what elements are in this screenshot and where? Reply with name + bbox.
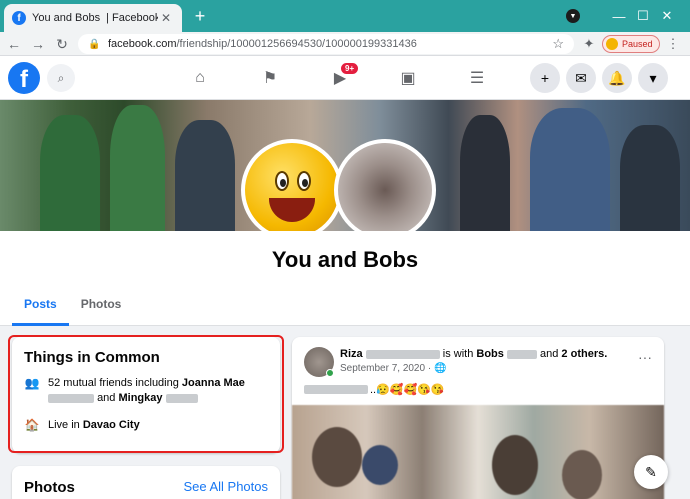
search-icon[interactable]: ⌕ — [47, 64, 75, 92]
new-tab-button[interactable]: + — [190, 6, 210, 26]
browser-tab[interactable]: f You and Bobs | Facebook ✕ — [4, 4, 182, 32]
post-and-text: and — [540, 348, 559, 360]
page-title: You and Bobs — [271, 247, 419, 272]
watch-notification-badge: 9+ — [340, 62, 360, 75]
browser-tab-strip: f You and Bobs | Facebook ✕ + ▼ — ☐ ✕ — [0, 0, 690, 32]
watch-video-icon[interactable]: ▶ 9+ — [326, 62, 360, 92]
photos-card-title: Photos — [24, 479, 75, 496]
tab-posts[interactable]: Posts — [12, 291, 69, 326]
facebook-logo-icon[interactable]: f — [8, 62, 40, 94]
facebook-top-nav: f ⌕ ⌂ ⚑ ▶ 9+ ▣ ☰ + ✉ 🔔 ▾ — [0, 56, 690, 100]
tab-title-right: | Facebook — [106, 12, 158, 24]
forward-button[interactable]: → — [28, 34, 48, 54]
smiley-eye — [275, 171, 289, 191]
back-button[interactable]: ← — [4, 34, 24, 54]
profile-tabs: Posts Photos — [12, 291, 133, 326]
messenger-icon[interactable]: ✉ — [566, 63, 596, 93]
tab-title: You and Bobs | Facebook — [32, 12, 158, 24]
extensions-puzzle-icon[interactable]: ✦ — [580, 35, 598, 53]
close-tab-icon[interactable]: ✕ — [158, 10, 174, 26]
photos-card: Photos See All Photos — [12, 466, 280, 499]
profile-status-label: Paused — [622, 39, 653, 49]
post-with-text: is with — [442, 348, 474, 360]
post-body-suffix: ..😥🥰🥰😘😘 — [370, 384, 445, 396]
friend-avatar-blurred[interactable] — [334, 139, 436, 241]
browser-menu-dot-icon[interactable]: ▼ — [566, 9, 580, 23]
close-window-button[interactable]: ✕ — [644, 0, 690, 32]
browser-toolbar: ← → ↻ 🔒 facebook.com/friendship/10000125… — [0, 32, 690, 56]
redacted-text — [304, 385, 368, 394]
tab-photos[interactable]: Photos — [69, 291, 134, 326]
profile-avatar — [606, 38, 618, 50]
marketplace-store-icon[interactable]: ▣ — [394, 64, 422, 92]
new-message-compose-icon[interactable]: ✎ — [634, 455, 668, 489]
tab-title-left: You and Bobs — [32, 12, 101, 24]
url-path: /friendship/100001256694530/100000199331… — [176, 38, 417, 50]
account-chevron-down-icon[interactable]: ▾ — [638, 63, 668, 93]
facebook-favicon-icon: f — [12, 11, 26, 25]
url-host: facebook.com — [108, 38, 177, 50]
address-bar[interactable]: 🔒 facebook.com/friendship/10000125669453… — [78, 34, 574, 54]
user-avatar-smiley[interactable] — [241, 139, 343, 241]
redacted-text — [365, 349, 440, 359]
reload-button[interactable]: ↻ — [52, 34, 72, 54]
smiley-eye — [297, 171, 311, 191]
bookmark-star-icon[interactable]: ☆ — [552, 36, 564, 52]
home-icon[interactable]: ⌂ — [186, 64, 214, 92]
post-card: Riza is with Bobs and 2 others. Septembe… — [292, 337, 664, 499]
tagged-friend-link[interactable]: Bobs — [476, 348, 504, 360]
smiley-mouth — [269, 198, 315, 222]
pages-flag-icon[interactable]: ⚑ — [256, 64, 284, 92]
browser-menu-icon[interactable]: ⋮ — [664, 35, 682, 53]
profile-paused-button[interactable]: Paused — [602, 35, 660, 53]
notifications-bell-icon[interactable]: 🔔 — [602, 63, 632, 93]
see-all-photos-link[interactable]: See All Photos — [183, 479, 268, 494]
friendship-header: You and Bobs Posts Photos — [0, 231, 690, 326]
post-body-text: ..😥🥰🥰😘😘 — [304, 383, 445, 396]
post-meta: Riza is with Bobs and 2 others. Septembe… — [340, 348, 608, 374]
url-text: facebook.com/friendship/100001256694530/… — [108, 38, 552, 50]
post-date[interactable]: September 7, 2020 · — [340, 363, 431, 374]
highlight-annotation-box — [8, 335, 284, 453]
redacted-text — [506, 349, 537, 359]
lock-icon: 🔒 — [88, 38, 101, 50]
globe-public-icon: 🌐 — [434, 363, 447, 374]
post-author-link[interactable]: Riza — [340, 348, 363, 360]
others-link[interactable]: 2 others — [561, 348, 604, 360]
post-options-more-icon[interactable]: ··· — [638, 349, 652, 365]
post-photo-blurred[interactable] — [292, 405, 664, 499]
menu-hamburger-icon[interactable]: ☰ — [463, 64, 491, 92]
online-status-dot — [326, 369, 334, 377]
create-plus-icon[interactable]: + — [530, 63, 560, 93]
